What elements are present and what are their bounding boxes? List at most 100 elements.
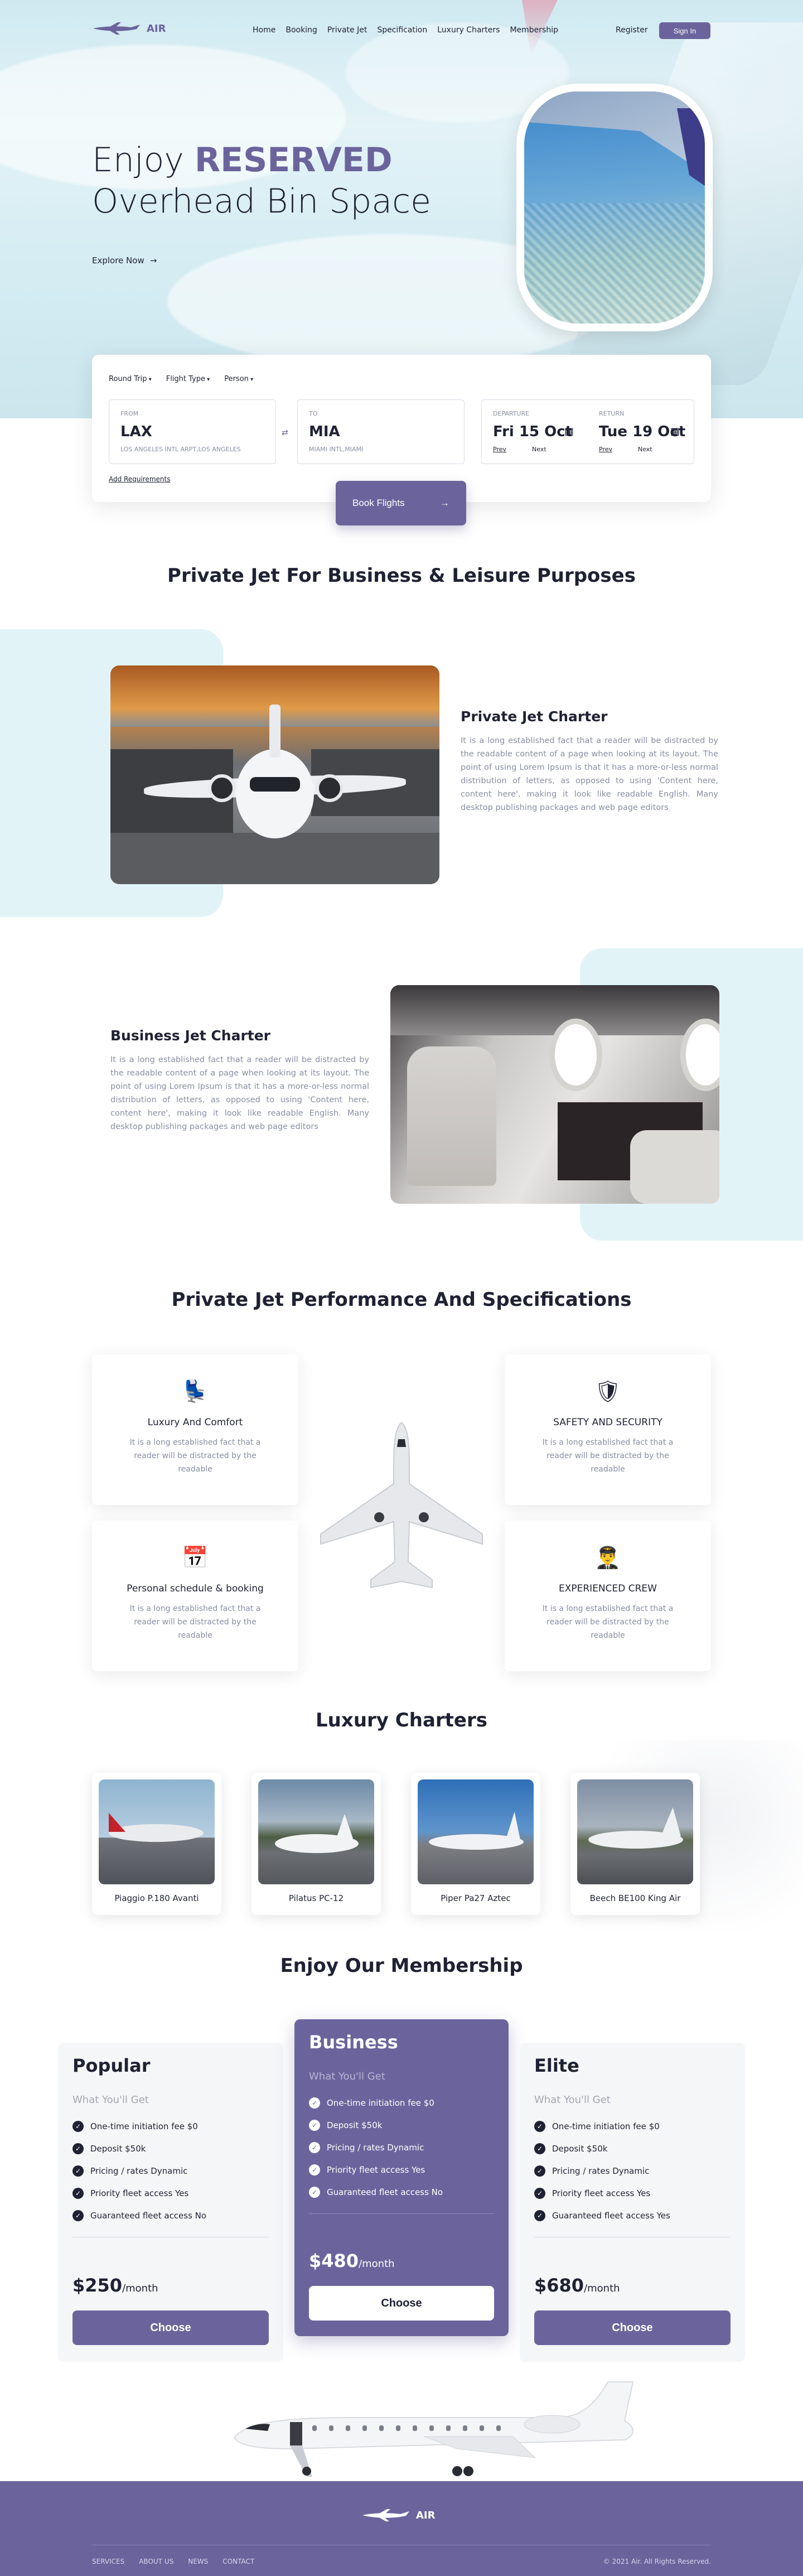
- nav-link-membership[interactable]: Membership: [510, 26, 558, 35]
- feature-text: One-time initiation fee $0: [327, 2098, 434, 2108]
- footer: AIR SERVICES ABOUT US NEWS CONTACT © 202…: [0, 2481, 803, 2576]
- hero-title: Enjoy RESERVED Overhead Bin Space: [92, 139, 431, 222]
- book-flights-button[interactable]: Book Flights →: [336, 481, 466, 525]
- flight-type-dropdown[interactable]: Flight Type: [166, 375, 210, 383]
- return-next[interactable]: Next: [638, 446, 652, 453]
- footer-brand-name: AIR: [416, 2509, 436, 2521]
- nav-link-home[interactable]: Home: [253, 26, 275, 35]
- business-jet-charter-title: Business Jet Charter: [110, 1027, 271, 1044]
- from-field[interactable]: FROM LAX LOS ANGELES INTL ARPT,LOS ANGEL…: [109, 399, 276, 464]
- charter-card[interactable]: Beech BE100 King Air: [570, 1773, 700, 1915]
- check-icon: ✓: [534, 2210, 545, 2221]
- swap-icon[interactable]: ⇄: [282, 428, 288, 437]
- private-jet-photo: [110, 665, 439, 884]
- airplane-logo-icon: [93, 22, 140, 35]
- feature-text: Guaranteed fleet access No: [327, 2187, 443, 2197]
- footer-link-contact[interactable]: CONTACT: [222, 2558, 254, 2565]
- brand-logo[interactable]: AIR: [92, 21, 166, 36]
- calendar-icon: ▦: [670, 426, 680, 437]
- calendar-icon: ▦: [564, 426, 574, 437]
- plan-name: Business: [309, 2032, 398, 2053]
- to-code: MIA: [309, 423, 340, 440]
- nav-link-specification[interactable]: Specification: [377, 26, 427, 35]
- seat-icon: 💺: [182, 1379, 209, 1403]
- hero-title-accent: RESERVED: [194, 141, 393, 180]
- tarmac: [110, 833, 439, 884]
- plan-feature: ✓ Deposit $50k: [534, 2138, 670, 2160]
- plan-price: $250/month: [72, 2275, 158, 2296]
- plan-features: ✓ One-time initiation fee $0 ✓ Deposit $50…: [309, 2092, 443, 2203]
- add-requirements-link[interactable]: Add Requirements: [109, 475, 170, 483]
- to-field[interactable]: TO MIA MIAMI INTL,MIAMI: [297, 399, 465, 464]
- business-jet-cabin-photo: [390, 985, 719, 1204]
- return-date[interactable]: RETURN Tue 19 Oct ▦ Prev Next: [588, 400, 688, 465]
- jet-windshield: [250, 777, 300, 792]
- nav-link-private-jet[interactable]: Private Jet: [327, 26, 367, 35]
- charter-image: [577, 1779, 693, 1884]
- spec-card-safety: 🛡 SAFETY AND SECURITY It is a long estab…: [505, 1354, 711, 1505]
- search-options: Round Trip Flight Type Person: [109, 375, 253, 383]
- plan-feature: ✓ Priority fleet access Yes: [72, 2182, 206, 2204]
- airplane-logo-icon: [362, 2509, 409, 2521]
- private-jet-heading: Private Jet For Business & Leisure Purpo…: [167, 565, 636, 587]
- plan-subtitle: What You'll Get: [534, 2094, 611, 2106]
- departure-nav: Prev Next: [493, 446, 546, 453]
- person-dropdown[interactable]: Person: [224, 375, 253, 383]
- charter-name: Beech BE100 King Air: [589, 1893, 681, 1903]
- plan-feature: ✓ One-time initiation fee $0: [72, 2115, 206, 2138]
- spec-card-luxury: 💺 Luxury And Comfort It is a long establ…: [92, 1354, 298, 1505]
- check-icon: ✓: [309, 2187, 320, 2198]
- spec-card-title: EXPERIENCED CREW: [558, 1583, 657, 1594]
- feature-text: Pricing / rates Dynamic: [552, 2166, 650, 2176]
- nav-links: Home Booking Private Jet Specification L…: [253, 26, 558, 35]
- to-label: TO: [309, 410, 318, 417]
- book-flights-label: Book Flights: [352, 498, 405, 508]
- feature-text: Priority fleet access Yes: [90, 2188, 189, 2198]
- charter-card[interactable]: Pilatus PC-12: [251, 1773, 381, 1915]
- choose-business-button[interactable]: Choose: [309, 2286, 494, 2321]
- charter-image: [258, 1779, 374, 1884]
- top-navigation: AIR Home Booking Private Jet Specificati…: [0, 0, 803, 61]
- plan-feature: ✓ Guaranteed fleet access No: [309, 2181, 443, 2203]
- plan-feature: ✓ Guaranteed fleet access No: [72, 2204, 206, 2227]
- plan-feature: ✓ Deposit $50k: [72, 2138, 206, 2160]
- charter-card[interactable]: Piper Pa27 Aztec: [411, 1773, 540, 1915]
- feature-text: Deposit $50k: [552, 2144, 608, 2154]
- explore-now-label: Explore Now: [92, 255, 144, 266]
- explore-now-link[interactable]: Explore Now →: [92, 255, 157, 266]
- departure-next[interactable]: Next: [532, 446, 546, 453]
- plan-card-business: Business What You'll Get ✓ One-time initi…: [294, 2019, 509, 2336]
- charter-name: Piaggio P.180 Avanti: [114, 1893, 199, 1903]
- departure-value: Fri 15 Oct: [493, 423, 573, 440]
- nav-link-luxury-charters[interactable]: Luxury Charters: [437, 26, 500, 35]
- city-view: [524, 203, 705, 324]
- hero-title-line2: Overhead Bin Space: [92, 182, 432, 221]
- plan-name: Popular: [72, 2055, 151, 2076]
- plan-features: ✓ One-time initiation fee $0 ✓ Deposit $50…: [72, 2115, 206, 2227]
- charter-image: [99, 1779, 215, 1884]
- cabin-ceiling: [390, 985, 719, 1035]
- check-icon: ✓: [309, 2142, 320, 2153]
- footer-link-services[interactable]: SERVICES: [92, 2558, 124, 2565]
- plane-tail: [506, 1812, 520, 1840]
- departure-prev[interactable]: Prev: [493, 446, 506, 453]
- footer-link-about[interactable]: ABOUT US: [139, 2558, 173, 2565]
- cabin-seat: [407, 1046, 496, 1186]
- return-prev[interactable]: Prev: [599, 446, 612, 453]
- charter-card[interactable]: Piaggio P.180 Avanti: [92, 1773, 221, 1915]
- price-amount: $250: [72, 2275, 123, 2296]
- pilot-icon: 👨‍✈️: [594, 1545, 621, 1570]
- choose-popular-button[interactable]: Choose: [72, 2310, 269, 2345]
- nav-link-booking[interactable]: Booking: [286, 26, 317, 35]
- departure-date[interactable]: DEPARTURE Fri 15 Oct ▦ Prev Next: [482, 400, 582, 465]
- footer-link-news[interactable]: NEWS: [188, 2558, 208, 2565]
- plan-feature: ✓ Pricing / rates Dynamic: [534, 2160, 670, 2182]
- round-trip-dropdown[interactable]: Round Trip: [109, 375, 152, 383]
- footer-logo[interactable]: AIR: [361, 2508, 436, 2522]
- business-jet-charter-text: It is a long established fact that a rea…: [110, 1055, 369, 1131]
- choose-elite-button[interactable]: Choose: [534, 2310, 731, 2345]
- register-link[interactable]: Register: [616, 26, 648, 35]
- to-airport: MIAMI INTL,MIAMI: [309, 446, 364, 453]
- sign-in-button[interactable]: Sign In: [659, 22, 710, 39]
- spec-card-title: Luxury And Comfort: [147, 1417, 243, 1428]
